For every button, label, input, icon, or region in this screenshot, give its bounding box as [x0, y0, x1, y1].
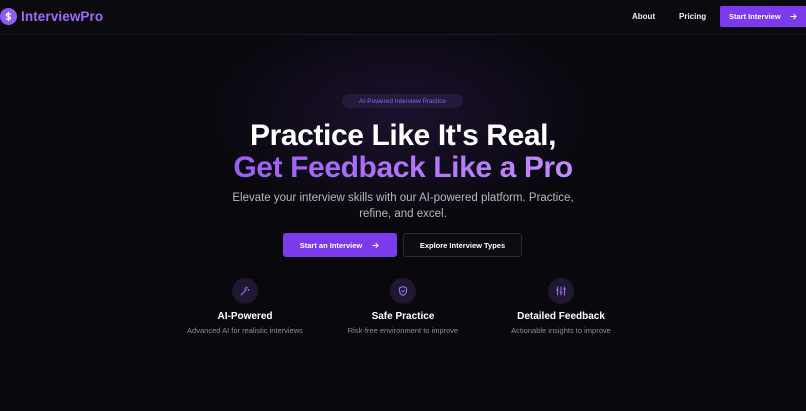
- hero-subtitle: Elevate your interview skills with our A…: [232, 192, 574, 220]
- hero-title-line1: Practice Like It's Real,: [249, 119, 557, 152]
- feature-description: Advanced AI for realistic interviews: [187, 326, 303, 335]
- feature-description: Actionable insights to improve: [511, 326, 611, 335]
- feature-title: AI-Powered: [217, 311, 273, 322]
- brand-logo[interactable]: InterviewPro: [0, 8, 103, 25]
- hero-title-line2-text: Get Feedback Like a Pro: [233, 151, 573, 184]
- feature-safe-practice: Safe Practice Risk-free environment to i…: [323, 278, 483, 336]
- top-navbar: InterviewPro About Pricing Start Intervi…: [0, 0, 806, 35]
- arrow-right-icon: [789, 12, 798, 21]
- landing-page: InterviewPro About Pricing Start Intervi…: [0, 0, 806, 411]
- start-interview-label: Start Interview: [729, 12, 781, 21]
- start-an-interview-button[interactable]: Start an Interview: [283, 233, 397, 257]
- feature-description: Risk-free environment to improve: [347, 326, 459, 335]
- wand-icon: [232, 278, 258, 304]
- feature-ai-powered: AI-Powered Advanced AI for realistic int…: [165, 278, 325, 336]
- dollar-icon: [0, 8, 17, 25]
- explore-interview-types-button[interactable]: Explore Interview Types: [403, 233, 522, 257]
- sliders-icon: [548, 278, 574, 304]
- hero-title-line2: Get Feedback Like a Pro: [0, 150, 806, 186]
- shield-icon: [390, 278, 416, 304]
- arrow-right-icon: [371, 241, 380, 250]
- feature-detailed-feedback: Detailed Feedback Actionable insights to…: [481, 278, 641, 336]
- explore-interview-types-label: Explore Interview Types: [419, 240, 506, 250]
- hero-badge: AI-Powered Interview Practice: [342, 94, 463, 108]
- feature-title: Detailed Feedback: [517, 311, 605, 322]
- brand-name: InterviewPro: [21, 9, 104, 24]
- nav-link-pricing[interactable]: Pricing: [679, 12, 706, 21]
- feature-title: Safe Practice: [371, 311, 435, 322]
- start-an-interview-label: Start an Interview: [299, 240, 363, 250]
- start-interview-button[interactable]: Start Interview: [720, 6, 806, 27]
- nav-link-about[interactable]: About: [632, 12, 655, 21]
